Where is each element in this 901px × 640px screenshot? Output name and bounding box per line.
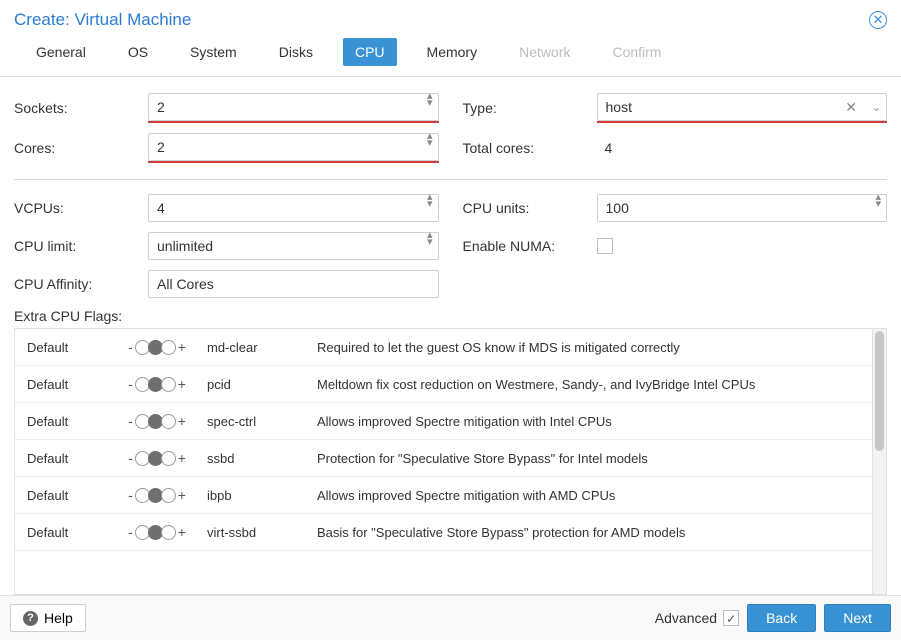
tab-confirm: Confirm (600, 38, 673, 66)
flag-state: Default (27, 414, 107, 429)
flag-row: Default -+ md-clear Required to let the gue… (15, 329, 872, 366)
flag-description: Required to let the guest OS know if MDS… (317, 340, 860, 355)
flag-state: Default (27, 451, 107, 466)
flag-description: Allows improved Spectre mitigation with … (317, 488, 860, 503)
sockets-input[interactable] (148, 93, 439, 121)
tab-general[interactable]: General (24, 38, 98, 66)
next-button[interactable]: Next (824, 604, 891, 632)
spinner-arrows-icon[interactable]: ▴▾ (875, 194, 881, 222)
help-button[interactable]: ? Help (10, 604, 86, 632)
flag-tri-toggle[interactable]: -+ (117, 339, 197, 355)
scrollbar[interactable] (872, 329, 886, 594)
extra-flags-label: Extra CPU Flags: (14, 308, 887, 324)
enable-numa-checkbox[interactable] (597, 238, 613, 254)
flag-description: Protection for "Speculative Store Bypass… (317, 451, 860, 466)
flag-tri-toggle[interactable]: -+ (117, 376, 197, 392)
advanced-toggle[interactable]: Advanced (655, 610, 739, 626)
sockets-label: Sockets: (14, 100, 148, 116)
flag-description: Allows improved Spectre mitigation with … (317, 414, 860, 429)
advanced-checkbox[interactable] (723, 610, 739, 626)
flag-tri-toggle[interactable]: -+ (117, 413, 197, 429)
flag-row: Default -+ spec-ctrl Allows improved Spectr… (15, 403, 872, 440)
flag-state: Default (27, 488, 107, 503)
spinner-arrows-icon[interactable]: ▴▾ (427, 232, 433, 260)
flag-tri-toggle[interactable]: -+ (117, 450, 197, 466)
vcpus-label: VCPUs: (14, 200, 148, 216)
tab-memory[interactable]: Memory (415, 38, 490, 66)
flag-name: ibpb (207, 488, 307, 503)
help-label: Help (44, 610, 73, 626)
chevron-down-icon[interactable]: ⌄ (872, 93, 881, 121)
type-label: Type: (463, 100, 597, 116)
total-cores-value: 4 (597, 140, 613, 156)
flag-name: virt-ssbd (207, 525, 307, 540)
close-icon[interactable]: ✕ (869, 11, 887, 29)
flag-name: spec-ctrl (207, 414, 307, 429)
vcpus-input[interactable] (148, 194, 439, 222)
extra-cpu-flags-grid: Default -+ md-clear Required to let the gue… (14, 328, 887, 595)
clear-icon[interactable]: ✕ (845, 93, 857, 121)
flag-state: Default (27, 525, 107, 540)
cpu-affinity-input[interactable] (148, 270, 439, 298)
flag-name: pcid (207, 377, 307, 392)
spinner-arrows-icon[interactable]: ▴▾ (427, 93, 433, 121)
spinner-arrows-icon[interactable]: ▴▾ (427, 133, 433, 161)
wizard-tabs: General OS System Disks CPU Memory Netwo… (0, 38, 901, 77)
flag-name: md-clear (207, 340, 307, 355)
cpu-limit-input[interactable] (148, 232, 439, 260)
flag-tri-toggle[interactable]: -+ (117, 524, 197, 540)
cores-label: Cores: (14, 140, 148, 156)
flag-name: ssbd (207, 451, 307, 466)
tab-network: Network (507, 38, 582, 66)
advanced-label: Advanced (655, 610, 717, 626)
flag-row: Default -+ virt-ssbd Basis for "Speculative… (15, 514, 872, 551)
flag-row: Default -+ ssbd Protection for "Speculative… (15, 440, 872, 477)
flag-description: Basis for "Speculative Store Bypass" pro… (317, 525, 860, 540)
flag-row: Default -+ ibpb Allows improved Spectre mit… (15, 477, 872, 514)
cpu-units-label: CPU units: (463, 200, 597, 216)
flag-row: Default -+ pcid Meltdown fix cost reduction… (15, 366, 872, 403)
dialog-title: Create: Virtual Machine (14, 10, 191, 30)
type-combo[interactable] (597, 93, 888, 121)
tab-cpu[interactable]: CPU (343, 38, 397, 66)
tab-os[interactable]: OS (116, 38, 160, 66)
back-button[interactable]: Back (747, 604, 816, 632)
tab-disks[interactable]: Disks (267, 38, 325, 66)
flag-state: Default (27, 377, 107, 392)
spinner-arrows-icon[interactable]: ▴▾ (427, 194, 433, 222)
cpu-affinity-label: CPU Affinity: (14, 276, 148, 292)
total-cores-label: Total cores: (463, 140, 597, 156)
flag-state: Default (27, 340, 107, 355)
cpu-units-input[interactable] (597, 194, 888, 222)
flag-description: Meltdown fix cost reduction on Westmere,… (317, 377, 860, 392)
cpu-limit-label: CPU limit: (14, 238, 148, 254)
tab-system[interactable]: System (178, 38, 249, 66)
scrollbar-thumb[interactable] (875, 331, 884, 451)
help-icon: ? (23, 611, 38, 626)
cores-input[interactable] (148, 133, 439, 161)
enable-numa-label: Enable NUMA: (463, 238, 597, 254)
flag-tri-toggle[interactable]: -+ (117, 487, 197, 503)
